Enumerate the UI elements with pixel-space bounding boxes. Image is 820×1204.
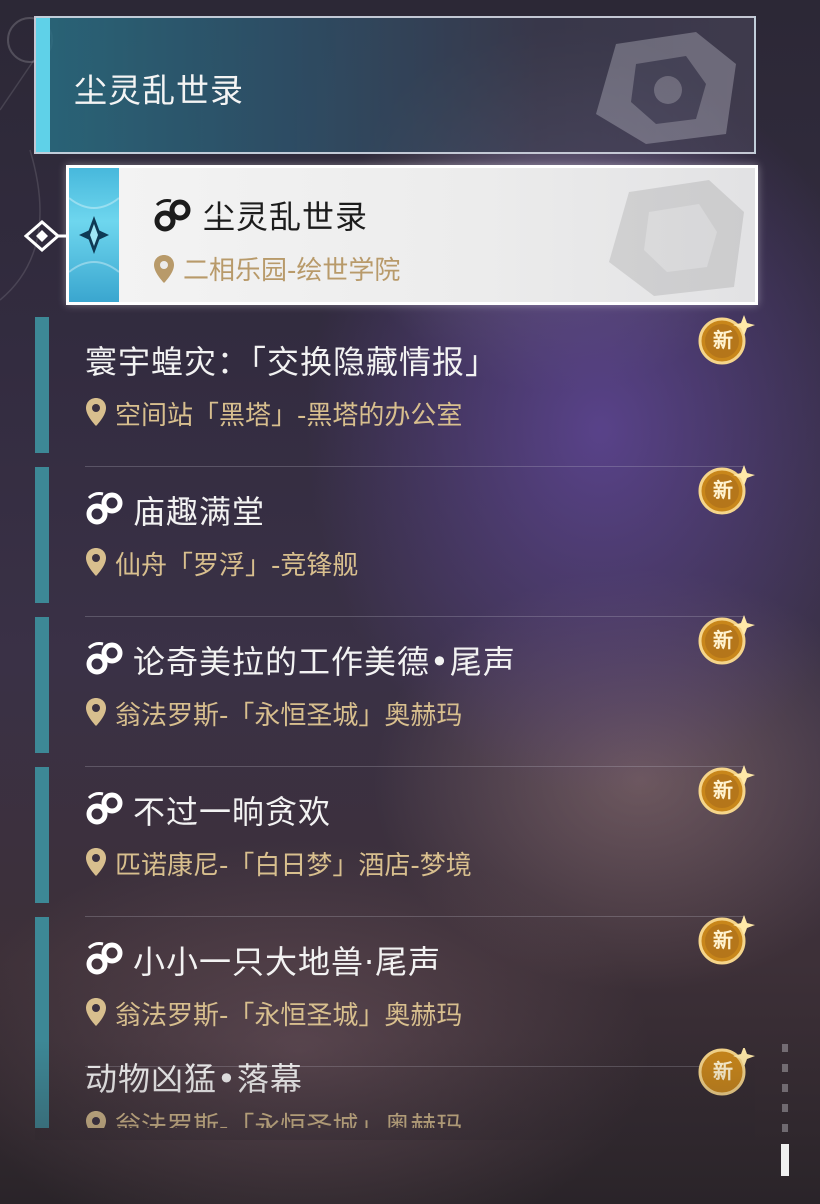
selector-arrow-icon — [24, 220, 66, 252]
new-badge-icon: 新 — [692, 761, 758, 817]
faction-emblem-icon — [596, 32, 736, 144]
header-accent-bar — [36, 18, 50, 152]
mission-title: 论奇美拉的工作美德•尾声 — [133, 643, 516, 681]
companion-mission-icon — [154, 199, 191, 232]
mission-location: 翁法罗斯-「永恒圣城」奥赫玛 — [115, 1001, 463, 1031]
mission-location: 空间站「黑塔」-黑塔的办公室 — [115, 401, 463, 431]
new-badge-label: 新 — [713, 778, 733, 802]
mission-category-header[interactable]: 尘灵乱世录 — [34, 16, 756, 154]
companion-mission-icon — [85, 940, 125, 980]
mission-accent-bar — [35, 1048, 49, 1128]
new-badge-label: 新 — [713, 328, 733, 352]
new-badge-label: 新 — [713, 478, 733, 502]
mission-title: 小小一只大地兽·尾声 — [133, 943, 442, 981]
mission-accent-bar — [35, 617, 49, 753]
mission-title: 寰宇蝗灾：「交换隐藏情报」 — [85, 343, 499, 381]
header-title: 尘灵乱世录 — [74, 71, 244, 110]
mission-title: 庙趣满堂 — [133, 493, 266, 531]
mission-location: 翁法罗斯-「永恒圣城」奥赫玛 — [115, 701, 463, 731]
scroll-dot — [782, 1044, 788, 1052]
mission-accent-bar — [35, 767, 49, 903]
scroll-dot — [782, 1064, 788, 1072]
faction-watermark-icon — [609, 180, 744, 296]
mission-list-item[interactable]: 庙趣满堂仙舟「罗浮」-竞锋舰 新 — [35, 465, 755, 617]
location-pin-icon — [85, 397, 107, 431]
companion-mission-icon — [85, 490, 125, 530]
mission-type-tile — [69, 168, 119, 302]
new-badge-icon: 新 — [692, 461, 758, 517]
mission-list-item[interactable]: 小小一只大地兽·尾声翁法罗斯-「永恒圣城」奥赫玛 新 — [35, 915, 755, 1067]
new-badge-icon: 新 — [692, 1048, 755, 1098]
new-badge-icon: 新 — [692, 911, 758, 967]
mission-accent-bar — [35, 467, 49, 603]
mission-accent-bar — [35, 917, 49, 1053]
diamond-star-icon — [69, 197, 119, 273]
new-badge-label: 新 — [713, 928, 733, 952]
mission-list-item[interactable]: 论奇美拉的工作美德•尾声翁法罗斯-「永恒圣城」奥赫玛 新 — [35, 615, 755, 767]
location-pin-icon — [154, 254, 174, 283]
location-pin-icon — [85, 847, 107, 881]
location-pin-icon — [85, 697, 107, 731]
mission-accent-bar — [35, 317, 49, 453]
selected-mission-title: 尘灵乱世录 — [203, 198, 369, 236]
scroll-dot — [782, 1104, 788, 1112]
mission-title: 动物凶猛•落幕 — [85, 1060, 303, 1098]
new-badge-icon: 新 — [692, 311, 758, 367]
scrollbar-thumb[interactable] — [781, 1144, 789, 1176]
new-badge-icon: 新 — [692, 611, 758, 667]
mission-location: 匹诺康尼-「白日梦」酒店-梦境 — [115, 851, 472, 881]
mission-list-item[interactable]: 不过一晌贪欢匹诺康尼-「白日梦」酒店-梦境 新 — [35, 765, 755, 917]
mission-list-item-partial[interactable]: 动物凶猛•落幕 翁法罗斯-「永恒圣城」奥赫玛 新 — [35, 1048, 755, 1128]
selected-mission-location: 二相乐园-绘世学院 — [183, 256, 401, 286]
mission-list-item[interactable]: 寰宇蝗灾：「交换隐藏情报」空间站「黑塔」-黑塔的办公室 新 — [35, 315, 755, 467]
scroll-dot — [782, 1124, 788, 1132]
scrollbar[interactable] — [781, 1044, 789, 1176]
new-badge-label: 新 — [713, 628, 733, 652]
mission-location: 翁法罗斯-「永恒圣城」奥赫玛 — [115, 1112, 463, 1128]
location-pin-icon — [85, 547, 107, 581]
location-pin-icon — [86, 1110, 106, 1128]
companion-mission-icon — [85, 790, 125, 830]
companion-mission-icon — [85, 640, 125, 680]
scroll-dot — [782, 1084, 788, 1092]
mission-title: 不过一晌贪欢 — [133, 793, 332, 831]
mission-location: 仙舟「罗浮」-竞锋舰 — [115, 551, 359, 581]
selected-mission-card[interactable]: 尘灵乱世录 二相乐园-绘世学院 — [66, 165, 758, 305]
location-pin-icon — [85, 997, 107, 1031]
